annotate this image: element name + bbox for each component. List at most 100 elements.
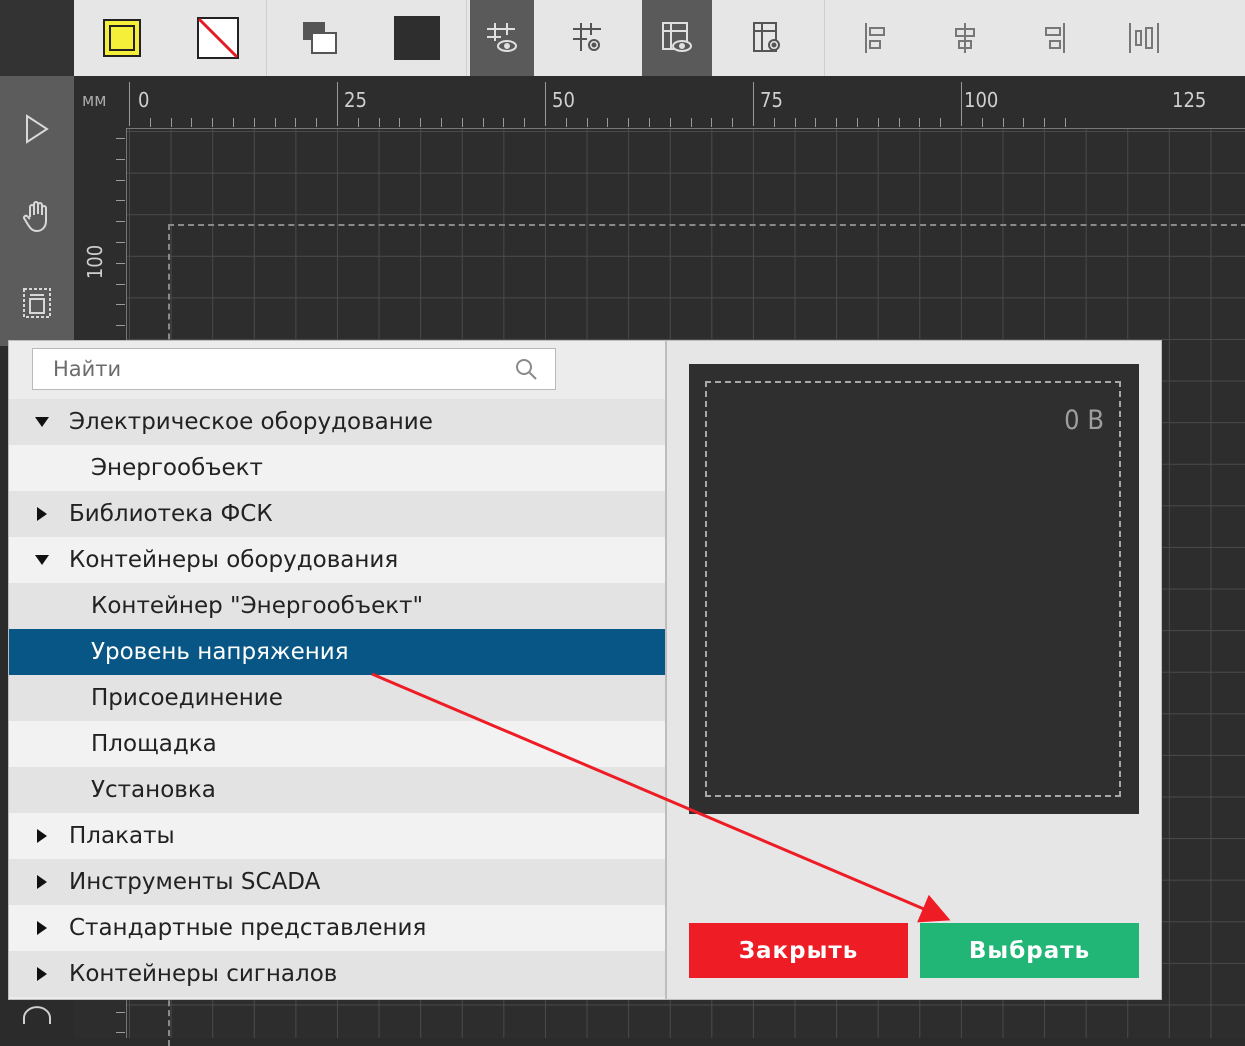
collapsed-arrow-icon[interactable] [29,828,55,844]
ruler-tick [836,118,838,127]
grid-settings-icon [573,23,601,51]
ruler-tick [1023,118,1025,127]
tree-item-label: Контейнеры оборудования [69,547,399,573]
ruler-tick [628,118,630,127]
close-button[interactable]: Закрыть [689,923,908,978]
grid-visibility-icon [487,23,517,52]
ruler-tick [815,118,817,127]
top-toolbar [0,0,1245,76]
bring-to-front-button[interactable] [272,0,368,76]
collapsed-arrow-icon[interactable] [29,920,55,936]
no-fill-button[interactable] [170,0,267,76]
tools-panel [0,76,74,346]
layout-visibility-button[interactable] [642,0,712,76]
ruler-label: 100 [964,88,999,112]
top-ruler: мм 0 25 50 75 100 125 [74,76,1245,129]
ruler-tick [116,1011,125,1013]
frame-select-icon [23,288,51,318]
ruler-tick [877,118,879,127]
tree-item-installation[interactable]: Установка [9,767,665,813]
ruler-tick [607,118,609,127]
tree-item-container-power-facility[interactable]: Контейнер "Энергообъект" [9,583,665,629]
ruler-tick [420,118,422,127]
align-center-button[interactable] [930,0,1000,76]
ruler-tick [116,158,125,160]
tree-item-voltage-level[interactable]: Уровень напряжения [9,629,665,675]
layout-settings-icon [753,22,780,52]
distribute-button[interactable] [1106,0,1182,76]
ruler-tick [940,118,942,127]
ruler-tick [253,118,255,127]
tree-item-posters[interactable]: Плакаты [9,813,665,859]
yellow-frame-button[interactable] [74,0,170,76]
distribute-icon [1129,23,1159,53]
collapsed-arrow-icon[interactable] [29,874,55,890]
ruler-tick [773,118,775,127]
hand-tool[interactable] [10,190,64,244]
tree-item-signal-containers[interactable]: Контейнеры сигналов [9,951,665,997]
dark-fill-icon [394,16,440,60]
search-icon[interactable] [513,356,539,382]
tree-item-connection[interactable]: Присоединение [9,675,665,721]
align-left-button[interactable] [840,0,910,76]
layout-settings-button[interactable] [712,0,825,76]
align-center-icon [955,23,975,53]
tree-item-fsk-library[interactable]: Библиотека ФСК [9,491,665,537]
tree-item-label: Стандартные представления [69,915,427,941]
expanded-arrow-icon[interactable] [29,416,55,428]
tree-item-label: Контейнер "Энергообъект" [91,593,424,619]
tree-item-electrical-equipment[interactable]: Электрическое оборудование [9,399,665,445]
collapsed-arrow-icon[interactable] [29,506,55,522]
ruler-tick [116,221,125,223]
ruler-tick [753,82,754,126]
ruler-tick [1065,118,1066,127]
tree-item-site[interactable]: Площадка [9,721,665,767]
ruler-tick [357,118,359,127]
ruler-tick [378,118,380,127]
yellow-frame-icon [103,19,141,57]
ruler-tick [129,82,130,126]
pointer-tool[interactable] [10,102,64,156]
ruler-tick [690,118,692,127]
tree-item-label: Площадка [91,731,217,757]
select-button[interactable]: Выбрать [920,923,1139,978]
ruler-tick [295,118,297,127]
expanded-arrow-icon[interactable] [29,554,55,566]
ruler-label: 100 [83,244,108,280]
ruler-tick [116,242,125,243]
align-right-button[interactable] [1020,0,1090,76]
grid-settings-button[interactable] [534,0,642,76]
ruler-label: 50 [552,88,575,112]
grid-visibility-button[interactable] [470,0,534,76]
no-fill-icon [197,17,239,59]
ruler-label: 25 [344,88,367,112]
tree-item-power-facility[interactable]: Энергообъект [9,445,665,491]
ruler-tick [399,118,401,127]
preview-voltage-text: 0 В [1064,405,1104,436]
collapsed-arrow-icon[interactable] [29,966,55,982]
tree-item-scada-tools[interactable]: Инструменты SCADA [9,859,665,905]
ruler-tick [116,1032,125,1034]
tree-item-standard-views[interactable]: Стандартные представления [9,905,665,951]
ruler-tick [794,118,796,127]
ruler-tick [981,118,983,127]
ruler-tick [586,118,588,127]
tree-item-equipment-containers[interactable]: Контейнеры оборудования [9,537,665,583]
ruler-tick [233,118,234,127]
ruler-unit: мм [82,90,107,111]
ruler-tick [116,304,125,306]
ruler-tick [212,118,214,127]
ruler-tick [669,118,671,127]
frame-select-tool[interactable] [10,276,64,330]
tree-item-label: Библиотека ФСК [69,501,273,527]
tree-item-label: Установка [91,777,216,803]
ruler-tick [565,118,567,127]
preview-boundary [705,381,1121,797]
ruler-tick [482,118,484,127]
dark-fill-button[interactable] [368,0,467,76]
ruler-label: 125 [1172,88,1207,112]
ruler-tick [116,325,125,327]
ruler-tick [274,118,276,127]
ruler-label: 0 [138,88,150,112]
search-input[interactable] [33,349,503,389]
